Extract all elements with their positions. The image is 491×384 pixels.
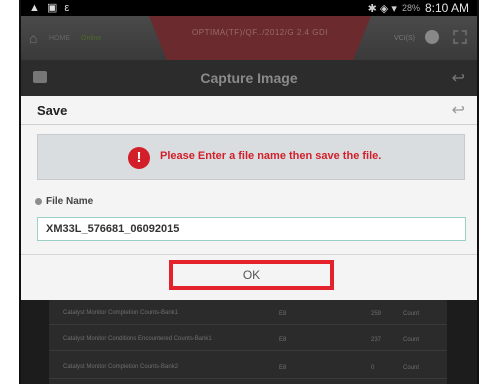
table-row[interactable]: Catalyst Monitor Completion Counts-Bank2…	[49, 358, 447, 379]
battery-level: 28%	[401, 3, 420, 13]
connection-status: Online	[81, 35, 102, 42]
file-name-label: File Name	[46, 196, 94, 207]
exclamation-icon: !	[128, 147, 150, 169]
system-icons: ✱ ◈ ▾	[367, 2, 397, 15]
row-code: E8	[279, 337, 287, 343]
row-value: 259	[371, 311, 382, 317]
row-value: 237	[371, 337, 382, 343]
row-name: Catalyst Monitor Conditions Encountered …	[63, 336, 212, 342]
vci-label: VCI(S)	[394, 35, 415, 42]
capture-bar: Capture Image ↩	[21, 60, 477, 96]
save-dialog: Save ↩ ! Please Enter a file name then s…	[21, 96, 477, 308]
bullet-icon	[35, 198, 42, 205]
file-name-input[interactable]	[37, 217, 466, 241]
data-table: Catalyst Monitor Completion Counts-Bank1…	[49, 300, 447, 384]
data-table-area: Catalyst Monitor Completion Counts-Bank1…	[21, 300, 477, 384]
table-row[interactable]: Catalyst Monitor Completion Counts-Bank1…	[49, 304, 447, 325]
app-header: ⌂ HOME Online OPTIMA(TF)/QF../2012/G 2.4…	[21, 16, 477, 60]
file-name-label-row: File Name	[35, 196, 93, 207]
status-bar: ▲ ▣ ε ✱ ◈ ▾ 28% 8:10 AM	[21, 0, 477, 16]
home-icon[interactable]: ⌂	[29, 31, 45, 45]
status-right: ✱ ◈ ▾ 28% 8:10 AM	[368, 1, 469, 15]
row-unit: Count	[403, 365, 420, 371]
vci-icon[interactable]	[425, 30, 439, 44]
capture-title: Capture Image	[200, 70, 298, 86]
dialog-title: Save	[37, 103, 68, 118]
alert-box: ! Please Enter a file name then save the…	[37, 134, 465, 180]
notification-icons: ▲ ▣ ε	[29, 2, 72, 14]
alert-message: Please Enter a file name then save the f…	[160, 150, 382, 162]
ok-button[interactable]: OK	[169, 260, 334, 290]
tablet-screen: ▲ ▣ ε ✱ ◈ ▾ 28% 8:10 AM ⌂ HOME Online OP…	[19, 0, 479, 384]
dialog-back-icon[interactable]: ↩	[452, 100, 465, 120]
row-code: E8	[279, 365, 287, 371]
home-label[interactable]: HOME	[49, 35, 70, 42]
ok-zone: OK	[21, 254, 477, 295]
row-value: 0	[371, 365, 375, 371]
row-unit: Count	[403, 337, 420, 343]
row-unit: Count	[403, 311, 420, 317]
clock: 8:10 AM	[424, 1, 469, 15]
table-row[interactable]: Catalyst Monitor Conditions Encountered …	[49, 330, 447, 351]
fullscreen-icon[interactable]	[453, 30, 467, 44]
row-name: Catalyst Monitor Completion Counts-Bank1	[63, 310, 179, 316]
vehicle-banner: OPTIMA(TF)/QF../2012/G 2.4 GDI	[149, 16, 371, 60]
dialog-header: Save ↩	[21, 96, 477, 125]
row-code: E8	[279, 311, 287, 317]
vehicle-name: OPTIMA(TF)/QF../2012/G 2.4 GDI	[192, 28, 328, 37]
row-name: Catalyst Monitor Completion Counts-Bank2	[63, 364, 179, 370]
back-arrow-icon[interactable]: ↩	[452, 68, 465, 88]
